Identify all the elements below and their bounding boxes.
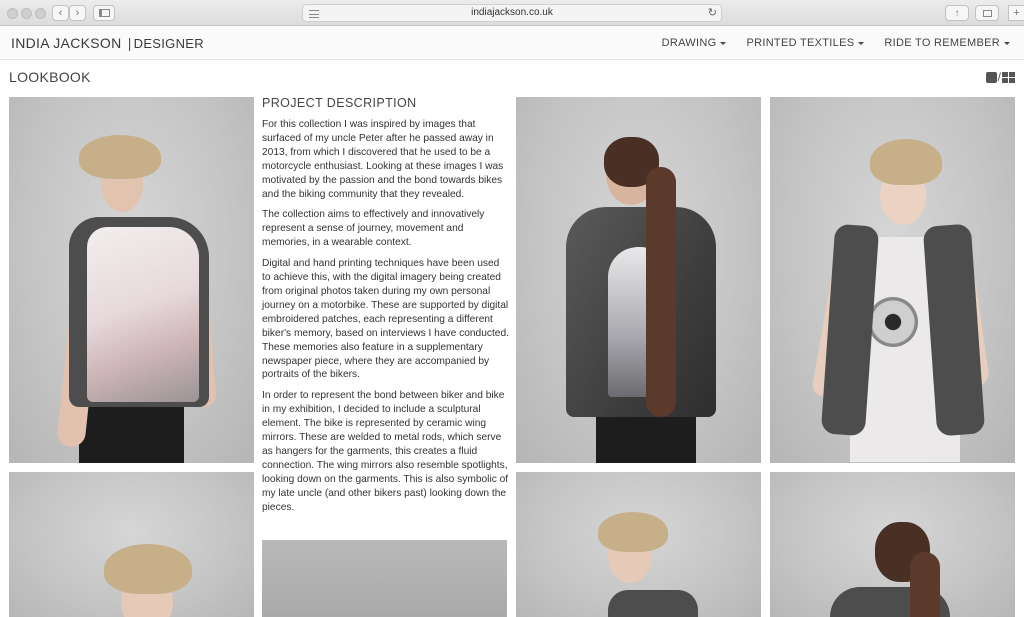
close-window-icon[interactable] <box>7 8 18 19</box>
back-button[interactable]: ‹ <box>52 5 69 21</box>
caret-down-icon <box>858 42 865 45</box>
url-text: indiajackson.co.uk <box>471 7 553 18</box>
brand-name: INDIA JACKSON <box>11 35 122 51</box>
lookbook-photo[interactable] <box>9 97 254 463</box>
address-bar[interactable]: indiajackson.co.uk ↻ <box>302 4 722 22</box>
chevron-left-icon: ‹ <box>58 7 63 19</box>
site-header: INDIA JACKSON | DESIGNER DRAWING PRINTED … <box>0 26 1024 60</box>
lookbook-photo[interactable] <box>516 472 761 617</box>
nav-item-printed-textiles[interactable]: PRINTED TEXTILES <box>746 37 865 49</box>
new-tab-button[interactable]: + <box>1008 5 1024 21</box>
maximize-window-icon[interactable] <box>35 8 46 19</box>
caret-down-icon <box>1004 42 1010 45</box>
description-paragraph: The collection aims to effectively and i… <box>262 209 485 249</box>
description-paragraph: For this collection I was inspired by im… <box>262 119 504 200</box>
project-description: PROJECT DESCRIPTION For this collection … <box>262 96 510 521</box>
brand-separator: | <box>127 35 132 51</box>
single-view-icon[interactable] <box>985 72 997 83</box>
description-title: PROJECT DESCRIPTION <box>262 96 417 110</box>
lookbook-photo[interactable] <box>262 540 507 617</box>
main-nav: DRAWING PRINTED TEXTILES RIDE TO REMEMBE… <box>662 37 1010 49</box>
nav-item-label: PRINTED TEXTILES <box>746 37 855 49</box>
nav-item-drawing[interactable]: DRAWING <box>662 37 727 49</box>
sidebar-button[interactable] <box>93 5 115 21</box>
reload-icon[interactable]: ↻ <box>708 6 717 19</box>
nav-item-label: RIDE TO REMEMBER <box>884 37 1000 49</box>
chevron-right-icon: › <box>75 7 80 19</box>
browser-toolbar: ‹ › indiajackson.co.uk ↻ ↑ + <box>0 0 1024 26</box>
nav-item-ride-to-remember[interactable]: RIDE TO REMEMBER <box>884 37 1010 49</box>
description-paragraph: Digital and hand printing techniques hav… <box>262 258 509 381</box>
page-title: LOOKBOOK <box>9 69 91 85</box>
brand-role: DESIGNER <box>133 36 204 51</box>
lookbook-photo[interactable] <box>770 472 1015 617</box>
plus-icon: + <box>1013 7 1020 19</box>
nav-item-label: DRAWING <box>661 37 717 49</box>
share-icon: ↑ <box>954 7 960 19</box>
lookbook-photo[interactable] <box>770 97 1015 463</box>
tabs-overview-button[interactable] <box>975 5 999 21</box>
view-toggle: / <box>985 70 1015 84</box>
grid-view-icon[interactable] <box>1002 72 1015 83</box>
site-brand[interactable]: INDIA JACKSON | DESIGNER <box>11 35 204 51</box>
forward-button[interactable]: › <box>69 5 86 21</box>
lookbook-photo[interactable] <box>516 97 761 463</box>
tabs-icon <box>982 9 992 17</box>
description-paragraph: In order to represent the bond between b… <box>262 390 509 513</box>
lookbook-photo[interactable] <box>9 472 254 617</box>
view-separator: / <box>997 70 1001 84</box>
share-button[interactable]: ↑ <box>945 5 969 21</box>
minimize-window-icon[interactable] <box>21 8 32 19</box>
sidebar-icon <box>98 9 110 17</box>
caret-down-icon <box>720 42 727 45</box>
